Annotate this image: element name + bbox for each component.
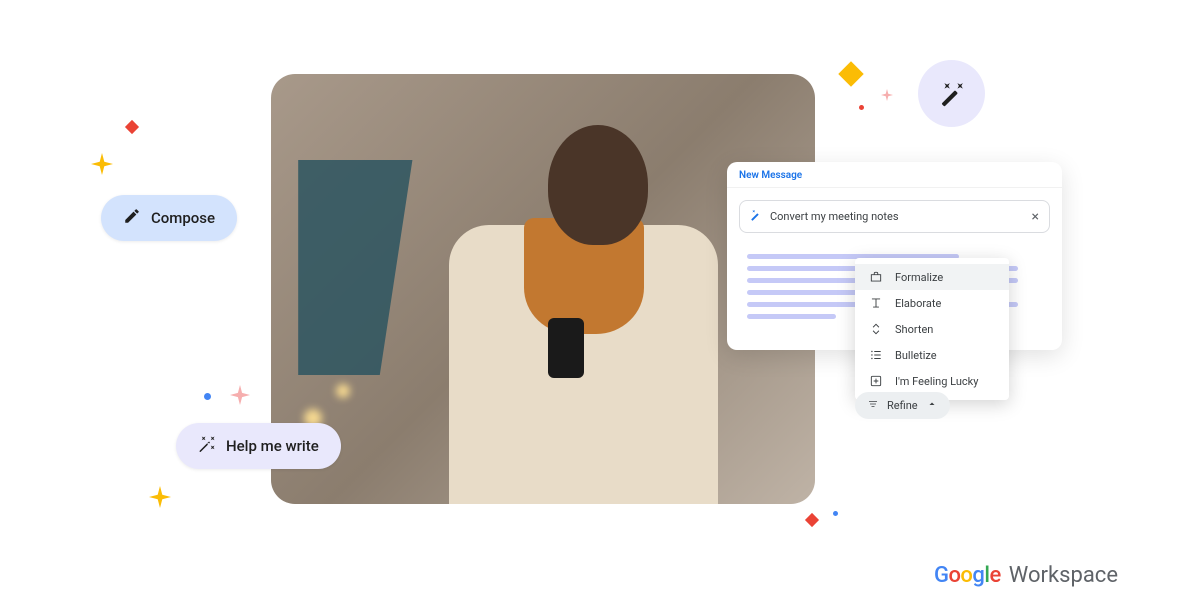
bullet-list-icon — [869, 348, 883, 362]
briefcase-icon — [869, 270, 883, 284]
brand-logo: Google Workspace — [934, 563, 1118, 588]
diamond-icon — [838, 61, 863, 86]
dropdown-label: Elaborate — [895, 297, 941, 310]
refine-dropdown: Formalize Elaborate Shorten Bulletize I'… — [855, 258, 1009, 400]
shorten-icon — [869, 322, 883, 336]
panel-header: New Message — [727, 162, 1062, 188]
dropdown-item-elaborate[interactable]: Elaborate — [855, 290, 1009, 316]
placeholder-line — [747, 314, 836, 319]
magic-badge — [918, 60, 985, 127]
sparkle-icon — [91, 153, 113, 175]
dropdown-label: Shorten — [895, 323, 933, 336]
tune-icon — [867, 398, 879, 413]
dropdown-label: Formalize — [895, 271, 943, 284]
magic-wand-icon — [750, 209, 762, 224]
dropdown-item-shorten[interactable]: Shorten — [855, 316, 1009, 342]
dropdown-item-formalize[interactable]: Formalize — [855, 264, 1009, 290]
workspace-word: Workspace — [1009, 563, 1118, 588]
refine-button[interactable]: Refine — [855, 392, 950, 419]
prompt-input[interactable]: Convert my meeting notes × — [739, 200, 1050, 233]
compose-label: Compose — [151, 209, 215, 227]
diamond-icon — [805, 513, 819, 527]
sparkle-icon — [230, 385, 250, 405]
sparkle-icon — [881, 89, 893, 101]
dot-icon — [833, 511, 838, 516]
dot-icon — [204, 393, 211, 400]
help-me-write-label: Help me write — [226, 437, 319, 455]
compose-button[interactable]: Compose — [101, 195, 237, 241]
dropdown-label: I'm Feeling Lucky — [895, 375, 978, 388]
pencil-icon — [123, 207, 141, 229]
close-icon[interactable]: × — [1032, 210, 1039, 224]
magic-wand-icon — [198, 435, 216, 457]
dropdown-item-lucky[interactable]: I'm Feeling Lucky — [855, 368, 1009, 394]
help-me-write-button[interactable]: Help me write — [176, 423, 341, 469]
sparkle-icon — [149, 486, 171, 508]
diamond-icon — [125, 120, 139, 134]
chevron-up-icon — [926, 398, 938, 413]
refine-label: Refine — [887, 399, 918, 412]
google-logo: Google — [934, 563, 1001, 588]
lucky-icon — [869, 374, 883, 388]
dropdown-label: Bulletize — [895, 349, 937, 362]
expand-text-icon — [869, 296, 883, 310]
prompt-text: Convert my meeting notes — [770, 210, 899, 223]
dropdown-item-bulletize[interactable]: Bulletize — [855, 342, 1009, 368]
dot-icon — [859, 105, 864, 110]
